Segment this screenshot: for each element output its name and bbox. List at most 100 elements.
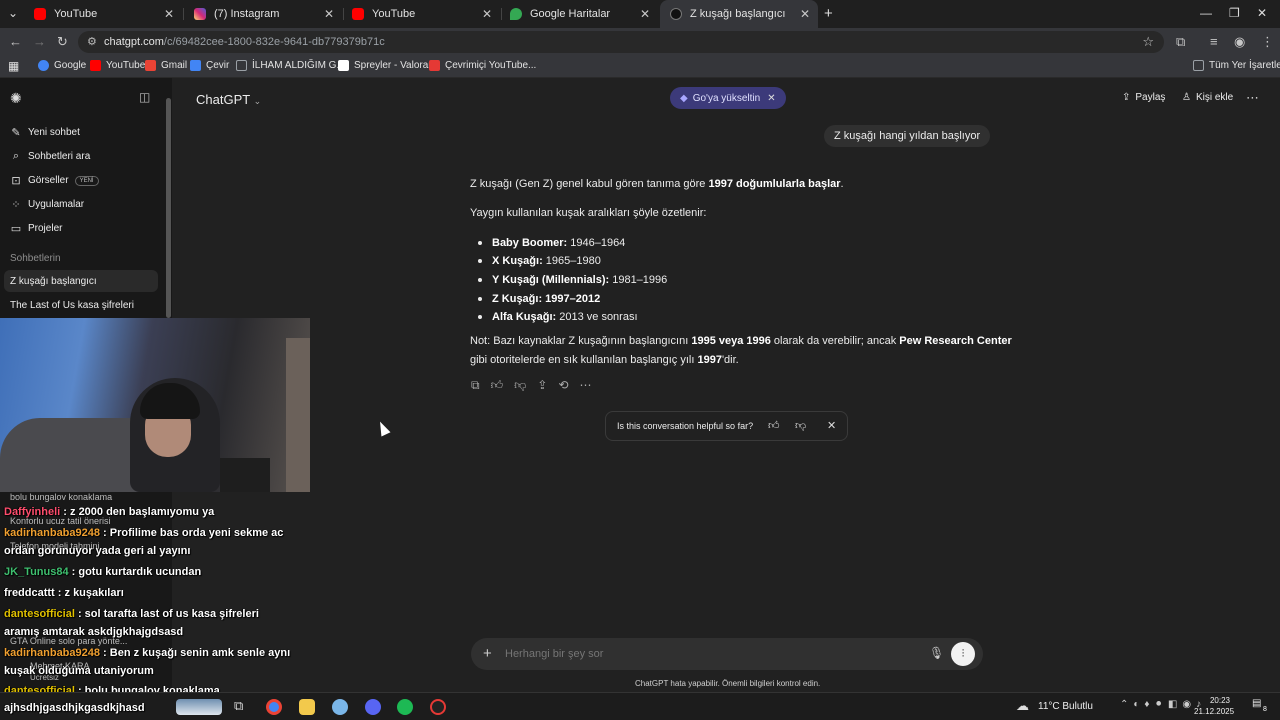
images-icon: ⊡	[11, 175, 21, 187]
microphone-icon[interactable]: 🎙︎	[929, 646, 944, 660]
search-icon: ⌕	[12, 150, 20, 162]
site-info-icon[interactable]: ⚙	[87, 35, 97, 48]
openai-logo-icon[interactable]: ✺	[10, 90, 22, 107]
sidebar-scrollbar[interactable]	[166, 98, 171, 318]
folder-icon: ▭	[10, 223, 22, 235]
all-bookmarks[interactable]: Tüm Yer İşaretleri	[1193, 60, 1280, 71]
add-person-button[interactable]: ♙ Kişi ekle	[1182, 92, 1233, 103]
profile-icon[interactable]: ◉	[1234, 34, 1245, 50]
chrome-icon[interactable]	[266, 699, 282, 715]
file-explorer-icon[interactable]	[299, 699, 315, 715]
tab-chatgpt[interactable]: Z kuşağı başlangıcı ✕	[660, 0, 818, 28]
close-icon[interactable]: ✕	[800, 7, 810, 21]
youtube-icon	[90, 60, 101, 71]
answer-paragraph-2: Yaygın kullanılan kuşak aralıkları şöyle…	[470, 207, 707, 219]
close-icon[interactable]: ✕	[482, 7, 492, 21]
bookmark-google[interactable]: Google	[38, 60, 86, 71]
close-icon[interactable]: ✕	[164, 7, 174, 21]
thumbs-up-icon[interactable]: 👍︎	[768, 419, 780, 432]
bookmark-translate[interactable]: Çevir	[190, 60, 229, 71]
more-options-icon[interactable]: ⋯	[1246, 90, 1259, 106]
tab-instagram[interactable]: (7) Instagram ✕	[184, 0, 342, 28]
thumbs-down-icon[interactable]: 👎︎	[795, 419, 806, 432]
media-icon[interactable]: ≡	[1210, 34, 1218, 49]
maximize-icon[interactable]: ❐	[1229, 6, 1240, 20]
bookmark-folder[interactable]: İLHAM ALDIĞIM G...	[236, 60, 345, 71]
browser-toolbar: ← → ↻ ⚙ chatgpt.com/c/69482cee-1800-832e…	[0, 28, 1280, 56]
close-icon[interactable]: ✕	[324, 7, 334, 21]
chat-item-last-of-us[interactable]: The Last of Us kasa şifreleri	[10, 300, 134, 311]
discord-icon[interactable]	[365, 699, 381, 715]
close-icon[interactable]: ✕	[827, 419, 836, 432]
apps-grid-icon[interactable]: ▦	[8, 59, 19, 73]
sparkle-icon: ◆	[680, 92, 688, 104]
sidebar-item-apps[interactable]: ⁘ Uygulamalar	[10, 198, 84, 211]
close-sidebar-icon[interactable]: ◫	[139, 90, 150, 104]
clock-date[interactable]: 21.12.2025	[1194, 707, 1234, 716]
close-icon[interactable]: ✕	[640, 7, 650, 21]
spotify-icon[interactable]	[397, 699, 413, 715]
winter-widget-icon[interactable]	[176, 699, 222, 715]
list-bullet	[478, 297, 482, 301]
sidebar-item-search[interactable]: ⌕ Sohbetleri ara	[10, 150, 90, 163]
task-view-icon[interactable]: ⧉	[234, 698, 243, 714]
bookmark-youtube[interactable]: YouTube	[90, 60, 145, 71]
extensions-icon[interactable]: ⧉	[1176, 34, 1185, 50]
reload-icon[interactable]: ↻	[57, 34, 68, 50]
back-icon[interactable]: ←	[9, 34, 22, 49]
menu-icon[interactable]: ⋮	[1261, 34, 1274, 50]
model-selector[interactable]: ChatGPT ⌄	[196, 92, 261, 107]
thumbs-down-icon[interactable]: 👎︎	[514, 378, 526, 393]
upgrade-pill[interactable]: ◆ Go'ya yükseltin ✕	[670, 87, 786, 109]
tab-google-maps[interactable]: Google Haritalar ✕	[500, 0, 658, 28]
url-host: chatgpt.com	[104, 36, 164, 48]
google-icon	[38, 60, 49, 71]
regenerate-icon[interactable]: ⟲	[558, 378, 568, 393]
weather-text[interactable]: 11°C Bulutlu	[1038, 701, 1093, 712]
chevron-down-icon: ⌄	[253, 96, 262, 106]
answer-paragraph-1: Z kuşağı (Gen Z) genel kabul gören tanım…	[470, 178, 844, 190]
forward-icon[interactable]: →	[33, 34, 46, 49]
bookmark-star-icon[interactable]: ☆	[1142, 34, 1154, 50]
tab-search-icon[interactable]: ⌄	[8, 6, 18, 20]
minimize-icon[interactable]: —	[1200, 6, 1212, 20]
tab-youtube-2[interactable]: YouTube ✕	[342, 0, 500, 28]
plus-icon[interactable]: +	[483, 645, 492, 662]
gmail-icon	[145, 60, 156, 71]
thumbs-up-icon[interactable]: 👍︎	[491, 378, 504, 393]
person-add-icon: ♙	[1182, 92, 1191, 103]
tab-youtube-1[interactable]: YouTube ✕	[24, 0, 182, 28]
more-icon[interactable]: ⋯	[579, 378, 591, 393]
notification-icon[interactable]: ▤	[1252, 698, 1261, 709]
share-button[interactable]: ⇪ Paylaş	[1122, 92, 1165, 103]
sidebar-item-images[interactable]: ⊡ Görseller YENİ	[10, 174, 99, 187]
address-bar[interactable]: ⚙ chatgpt.com/c/69482cee-1800-832e-9641-…	[78, 31, 1164, 53]
bookmark-gmail[interactable]: Gmail	[145, 60, 187, 71]
url-path: /c/69482cee-1800-832e-9641-db779379b71c	[163, 36, 385, 48]
windows-taskbar: ajhsdhjgasdhjkgasdkjhasd ⧉ ☁ 11°C Bulutl…	[0, 692, 1280, 720]
copy-icon[interactable]: ⧉	[471, 378, 480, 393]
clock-time[interactable]: 20:23	[1206, 696, 1230, 705]
app-icon[interactable]	[332, 699, 348, 715]
chat-message: Daffyinheli : z 2000 den başlamıyomu ya	[4, 506, 215, 518]
youtube-converter-icon	[429, 60, 440, 71]
chat-message: JK_Tunus84 : gotu kurtardık ucundan	[4, 566, 202, 578]
voice-mode-icon[interactable]: ⫶	[951, 642, 975, 666]
apps-icon: ⁘	[11, 199, 21, 211]
obs-icon[interactable]	[430, 699, 446, 715]
chat-main: ChatGPT ⌄ ◆ Go'ya yükseltin ✕ ⇪ Paylaş ♙ K…	[172, 78, 1280, 692]
streamer-webcam	[0, 318, 310, 492]
prompt-input[interactable]	[505, 644, 905, 664]
valorant-icon	[338, 60, 349, 71]
share-icon[interactable]: ⇪	[537, 378, 547, 393]
sidebar-item-projects[interactable]: ▭ Projeler	[10, 222, 63, 235]
bookmarks-bar: ▦ Google YouTube Gmail Çevir İLHAM ALDIĞ…	[0, 56, 1280, 78]
chat-item-z-kusagi[interactable]: Z kuşağı başlangıcı	[10, 276, 97, 287]
bookmark-youtube-converter[interactable]: Çevrimiçi YouTube...	[429, 60, 536, 71]
youtube-icon	[352, 8, 364, 20]
sidebar-item-new-chat[interactable]: ✎ Yeni sohbet	[10, 126, 80, 139]
window-close-icon[interactable]: ✕	[1257, 6, 1267, 20]
new-tab-icon[interactable]: +	[824, 5, 833, 22]
bookmark-valorant[interactable]: Spreyler - Valorant	[338, 60, 437, 71]
dismiss-icon[interactable]: ✕	[767, 93, 775, 104]
